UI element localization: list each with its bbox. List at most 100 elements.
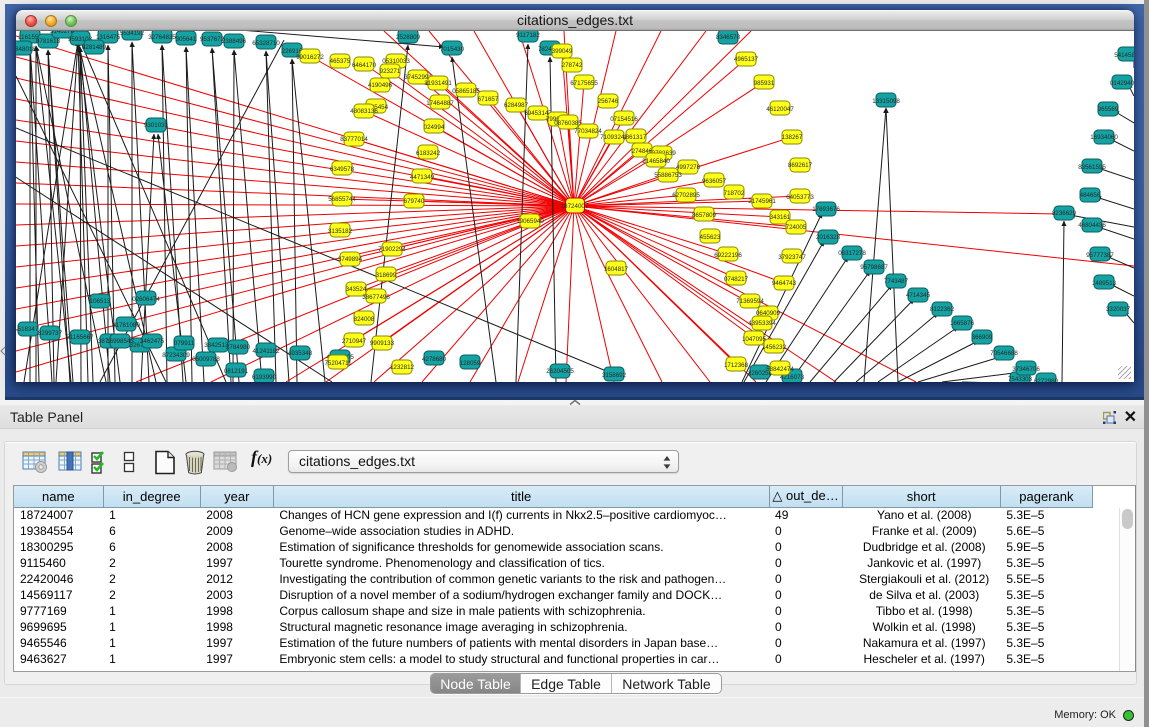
svg-text:4935348: 4935348 <box>288 350 313 357</box>
svg-text:69222196: 69222196 <box>714 252 742 259</box>
svg-text:7015430: 7015430 <box>440 46 465 53</box>
svg-text:16934060: 16934060 <box>1090 134 1118 141</box>
svg-text:77034824: 77034824 <box>574 128 602 135</box>
svg-text:0748217: 0748217 <box>724 276 749 283</box>
svg-text:5534192: 5534192 <box>120 31 145 37</box>
svg-text:48083136: 48083136 <box>350 108 378 115</box>
svg-text:366909: 366909 <box>972 334 993 341</box>
svg-text:679740: 679740 <box>404 198 425 205</box>
svg-text:1665876: 1665876 <box>950 320 975 327</box>
svg-text:5146270: 5146270 <box>50 31 75 35</box>
svg-text:278742: 278742 <box>562 62 583 69</box>
svg-text:4190496: 4190496 <box>368 82 393 89</box>
svg-text:2388496: 2388496 <box>222 38 247 45</box>
svg-text:4471349: 4471349 <box>410 174 435 181</box>
svg-text:6183242: 6183242 <box>416 150 441 157</box>
svg-text:95777387: 95777387 <box>1086 252 1114 259</box>
svg-text:8299737: 8299737 <box>38 330 63 337</box>
svg-text:024994: 024994 <box>424 124 445 131</box>
svg-text:4997278: 4997278 <box>676 164 701 171</box>
svg-text:9636057: 9636057 <box>702 178 727 185</box>
svg-text:9464743: 9464743 <box>772 280 797 287</box>
svg-text:31781080: 31781080 <box>112 322 140 329</box>
svg-text:7543303: 7543303 <box>1008 376 1033 382</box>
svg-text:8122362: 8122362 <box>930 306 955 313</box>
svg-text:518347: 518347 <box>18 326 39 333</box>
svg-text:256746: 256746 <box>598 98 619 105</box>
svg-text:3320037: 3320037 <box>1106 306 1131 313</box>
svg-text:305641: 305641 <box>176 36 197 43</box>
svg-text:97848018: 97848018 <box>16 46 36 53</box>
svg-text:31931491: 31931491 <box>424 80 452 87</box>
svg-text:8692617: 8692617 <box>788 162 813 169</box>
svg-text:71369594: 71369594 <box>736 298 764 305</box>
svg-text:985931: 985931 <box>754 80 775 87</box>
svg-text:718702: 718702 <box>724 190 745 197</box>
svg-text:43953394: 43953394 <box>748 320 776 327</box>
svg-text:079911: 079911 <box>174 340 195 347</box>
svg-text:37923747: 37923747 <box>778 254 806 261</box>
svg-text:16998543: 16998543 <box>106 338 134 345</box>
svg-text:41241182: 41241182 <box>252 348 280 355</box>
svg-text:71902294: 71902294 <box>378 246 406 253</box>
svg-text:62702895: 62702895 <box>672 192 700 199</box>
svg-text:21745961: 21745961 <box>748 198 776 205</box>
svg-text:13315098: 13315098 <box>872 98 900 105</box>
svg-text:26204505: 26204505 <box>546 368 574 375</box>
svg-text:484656: 484656 <box>1080 192 1101 199</box>
svg-text:343524: 343524 <box>346 286 367 293</box>
svg-text:65328710: 65328710 <box>252 40 280 47</box>
svg-text:38677496: 38677496 <box>362 294 390 301</box>
svg-text:138267: 138267 <box>782 134 803 141</box>
svg-text:02606474: 02606474 <box>132 296 160 303</box>
svg-text:1047095: 1047095 <box>742 336 767 343</box>
svg-text:05009788: 05009788 <box>192 356 220 363</box>
svg-text:2016328: 2016328 <box>816 234 841 241</box>
svg-text:67175655: 67175655 <box>570 80 598 87</box>
svg-text:128059: 128059 <box>460 360 481 367</box>
svg-text:343161: 343161 <box>770 214 791 221</box>
svg-text:54145868: 54145868 <box>1114 52 1134 59</box>
svg-text:724005: 724005 <box>786 224 807 231</box>
svg-text:1712368: 1712368 <box>724 362 749 369</box>
svg-text:2528809: 2528809 <box>396 34 421 41</box>
svg-text:95798687: 95798687 <box>860 264 888 271</box>
svg-text:399049: 399049 <box>552 48 573 55</box>
svg-text:0781618: 0781618 <box>36 38 61 45</box>
svg-text:965569: 965569 <box>1098 106 1119 113</box>
svg-text:6193990: 6193990 <box>252 374 277 381</box>
svg-text:83561595: 83561595 <box>1078 164 1106 171</box>
svg-text:1489513: 1489513 <box>1092 280 1117 287</box>
svg-text:824008: 824008 <box>354 316 375 323</box>
svg-text:8346578: 8346578 <box>716 34 741 41</box>
svg-text:1604817: 1604817 <box>604 266 629 273</box>
svg-text:3462475: 3462475 <box>140 338 165 345</box>
svg-text:8281489: 8281489 <box>82 44 107 51</box>
svg-text:71093248: 71093248 <box>600 134 628 141</box>
svg-text:465375: 465375 <box>330 58 351 65</box>
svg-text:64053773: 64053773 <box>786 194 814 201</box>
svg-text:55886753: 55886753 <box>654 172 682 179</box>
svg-text:3158692: 3158692 <box>602 372 627 379</box>
svg-text:75204711: 75204711 <box>324 360 352 367</box>
svg-text:9909133: 9909133 <box>370 340 395 347</box>
svg-text:8236629: 8236629 <box>1052 210 1077 217</box>
svg-text:58842474: 58842474 <box>766 366 794 373</box>
svg-text:07154516: 07154516 <box>610 116 638 123</box>
svg-text:4278680: 4278680 <box>422 356 447 363</box>
svg-text:37346706: 37346706 <box>1012 366 1040 373</box>
svg-text:21465840: 21465840 <box>642 158 670 165</box>
svg-text:3135182: 3135182 <box>328 228 353 235</box>
svg-text:31165667: 31165667 <box>66 334 94 341</box>
svg-text:99016272: 99016272 <box>296 54 324 61</box>
svg-text:6464170: 6464170 <box>352 62 377 69</box>
svg-text:4714345: 4714345 <box>906 292 931 299</box>
svg-text:9117182: 9117182 <box>516 32 540 39</box>
svg-text:9301031: 9301031 <box>144 122 169 129</box>
svg-text:6272980: 6272980 <box>1034 378 1059 382</box>
svg-text:455623: 455623 <box>700 234 721 241</box>
svg-text:3749894: 3749894 <box>338 256 363 263</box>
svg-text:56855744: 56855744 <box>328 196 356 203</box>
svg-text:8657809: 8657809 <box>692 212 717 219</box>
svg-text:6349578: 6349578 <box>330 166 355 173</box>
